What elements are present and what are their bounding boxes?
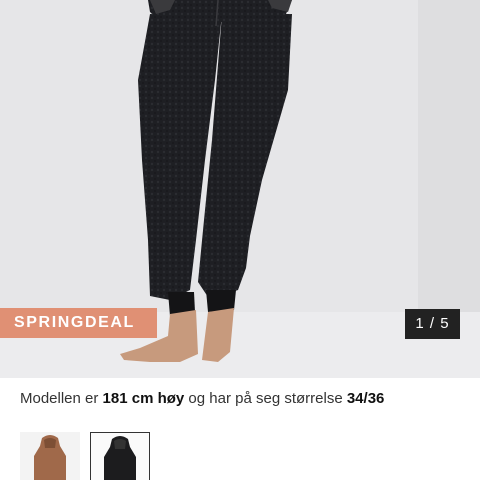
model-info-middle: og har på seg størrelse xyxy=(184,390,347,407)
model-height: 181 cm høy xyxy=(102,390,185,407)
color-swatch-brown[interactable] xyxy=(20,432,80,480)
promo-badge: SPRINGDEAL xyxy=(0,308,157,338)
model-info: Modellen er 181 cm høy og har på seg stø… xyxy=(20,390,384,407)
product-gallery[interactable]: SPRINGDEAL 1 / 5 xyxy=(0,0,480,378)
color-swatch-black[interactable] xyxy=(90,432,150,480)
model-info-prefix: Modellen er xyxy=(20,390,103,407)
black-onesie-thumbnail xyxy=(104,436,136,480)
brown-onesie-thumbnail xyxy=(34,435,66,480)
model-size: 34/36 xyxy=(346,390,385,407)
image-counter: 1 / 5 xyxy=(405,309,460,339)
